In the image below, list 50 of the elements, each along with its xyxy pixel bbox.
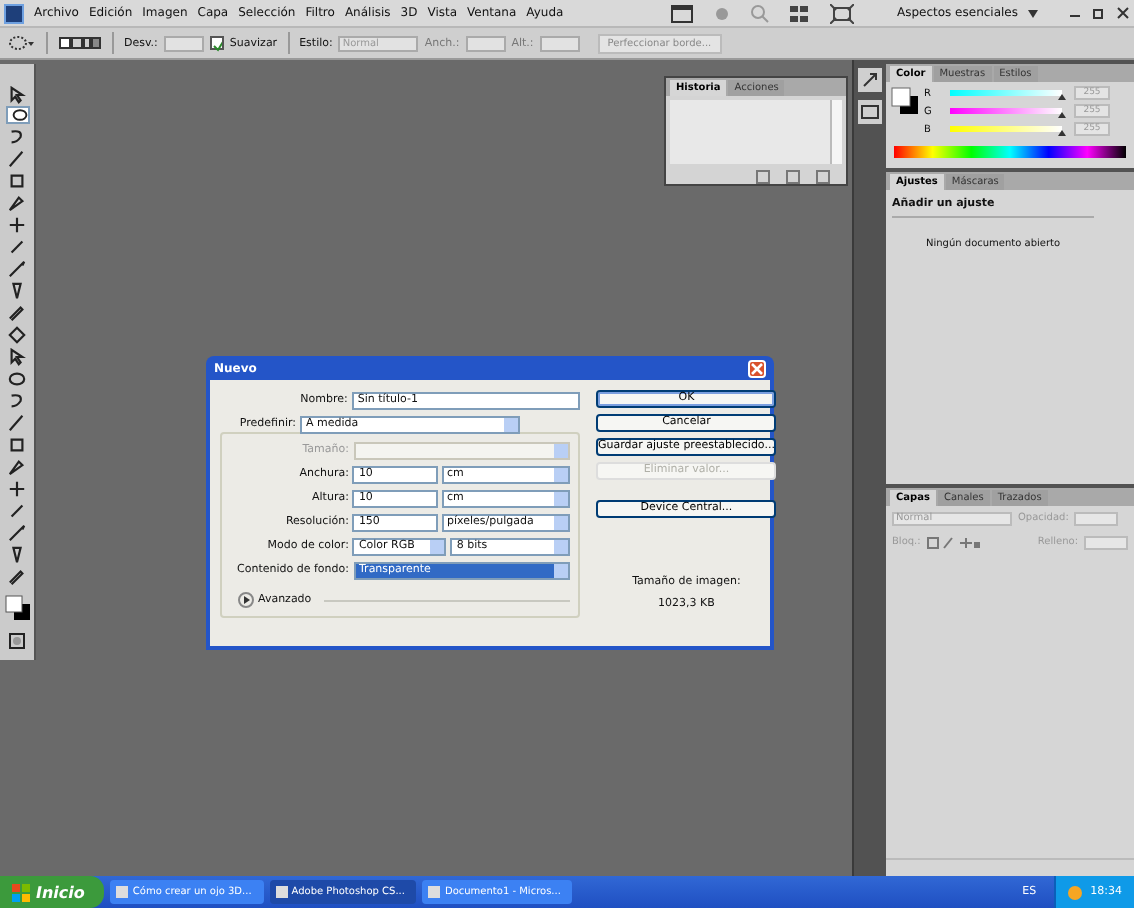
antialias-checkbox[interactable] (209, 36, 224, 50)
caret-icon[interactable] (1028, 9, 1038, 17)
view-icon[interactable] (670, 3, 695, 23)
color-slider[interactable] (950, 126, 1062, 132)
tool-icon[interactable] (5, 236, 29, 256)
tool-icon[interactable] (5, 412, 29, 432)
windows-logo-icon (12, 883, 30, 901)
tool-icon[interactable] (5, 456, 29, 476)
tool-icon[interactable] (5, 258, 29, 278)
tool-icon[interactable] (5, 566, 29, 586)
opacity-field[interactable] (1074, 511, 1119, 525)
tool-icon[interactable] (5, 434, 29, 454)
tool-icon[interactable] (5, 214, 29, 234)
tool-icon[interactable] (5, 522, 29, 542)
slider-thumb[interactable] (1058, 112, 1066, 118)
color-slider[interactable] (950, 90, 1062, 96)
tool-icon[interactable] (5, 368, 29, 388)
color-spectrum[interactable] (894, 146, 1126, 158)
tool-icon[interactable] (5, 324, 29, 344)
expand-icon[interactable] (238, 592, 254, 608)
tool-icon[interactable] (5, 346, 29, 366)
color-swatch-icon[interactable] (3, 594, 31, 622)
tool-icon[interactable] (5, 170, 29, 190)
fill-field[interactable] (1084, 535, 1128, 549)
slider-thumb[interactable] (1058, 130, 1066, 136)
scrollbar[interactable] (830, 100, 842, 164)
app-logo-icon (4, 3, 24, 23)
tool-icon[interactable] (5, 478, 29, 498)
navigator-icon[interactable] (858, 68, 882, 92)
restore-icon[interactable] (1092, 6, 1106, 20)
tool-icon[interactable] (5, 192, 29, 212)
tool-icon[interactable] (5, 106, 29, 124)
lock-icons-drawing[interactable] (926, 535, 983, 549)
slider-thumb[interactable] (1058, 94, 1066, 100)
height-field[interactable] (539, 35, 580, 51)
elliptical-marquee-icon[interactable] (8, 34, 36, 52)
quick-mask-icon[interactable] (5, 630, 29, 650)
tool-icon[interactable] (5, 84, 29, 104)
tool-icon[interactable] (5, 148, 29, 168)
tool-icon[interactable] (5, 500, 29, 520)
color-slider[interactable] (950, 108, 1062, 114)
tool-icon[interactable] (5, 302, 29, 322)
info-icon[interactable] (858, 100, 882, 124)
width-field[interactable] (465, 35, 506, 51)
arrange-icon[interactable] (788, 3, 813, 23)
selection-mode-icon[interactable] (58, 34, 102, 52)
feather-field[interactable] (163, 35, 204, 51)
screen-mode-icon[interactable] (830, 3, 855, 23)
close-icon[interactable] (1116, 6, 1130, 20)
start-button[interactable]: Inicio (0, 876, 105, 908)
